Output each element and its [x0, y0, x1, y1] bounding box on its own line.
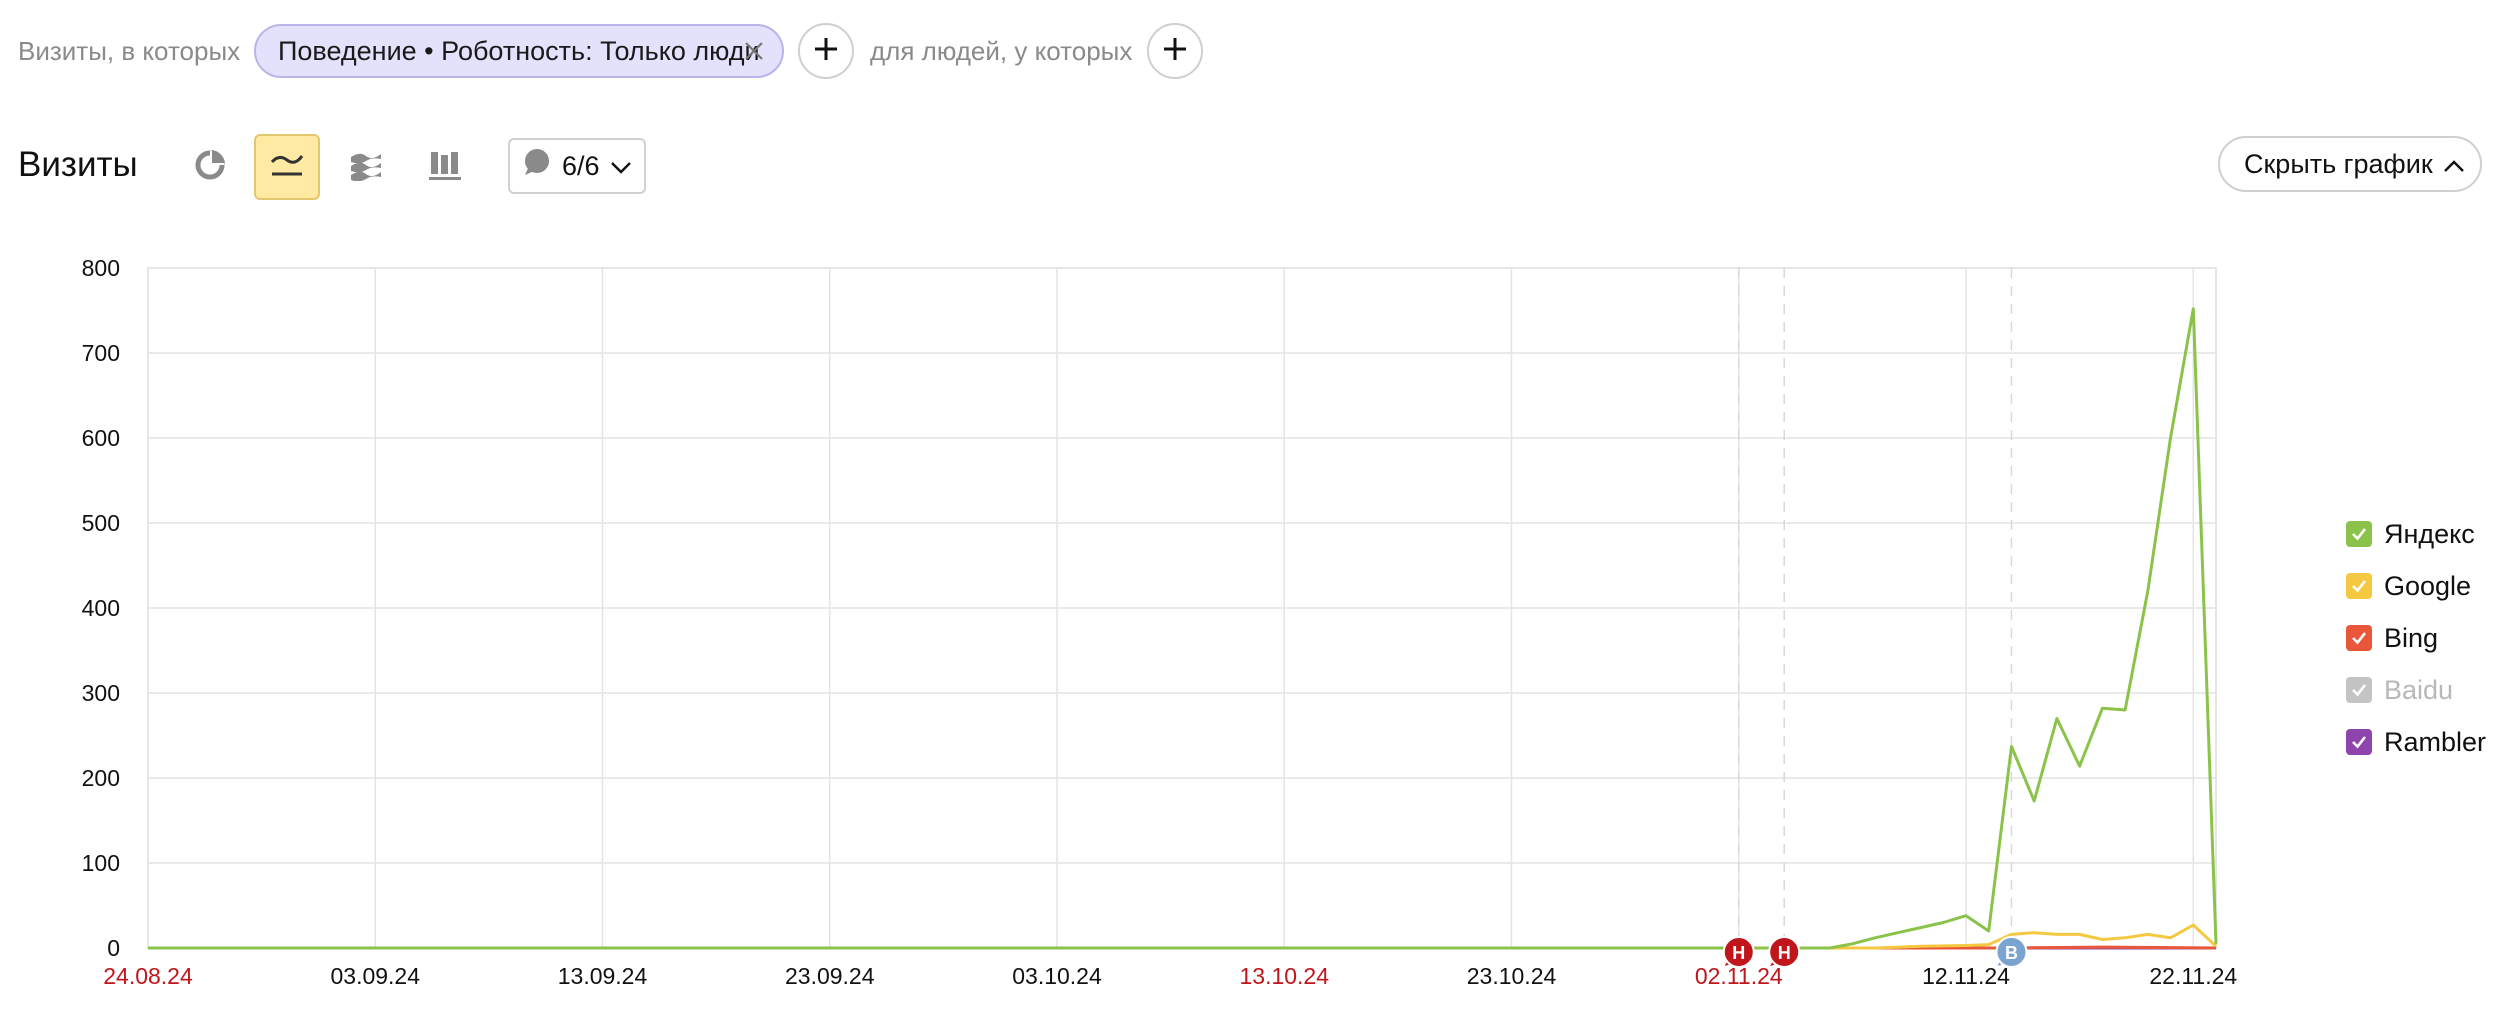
- stacked-bar-icon: [428, 149, 462, 186]
- checkbox-icon[interactable]: [2346, 677, 2372, 703]
- checkbox-icon[interactable]: [2346, 521, 2372, 547]
- legend-item-Baidu[interactable]: Baidu: [2346, 664, 2486, 716]
- checkbox-icon[interactable]: [2346, 573, 2372, 599]
- y-tick-label: 800: [82, 255, 120, 281]
- legend-item-Яндекс[interactable]: Яндекс: [2346, 508, 2486, 560]
- people-filter-label: для людей, у которых: [870, 36, 1133, 66]
- stacked-bar-mode-button[interactable]: [412, 134, 478, 200]
- x-tick-label: 13.10.24: [1239, 963, 1329, 989]
- checkbox-icon[interactable]: [2346, 625, 2372, 651]
- x-tick-label: 23.09.24: [785, 963, 875, 989]
- x-tick-label: 13.09.24: [558, 963, 648, 989]
- legend-item-Bing[interactable]: Bing: [2346, 612, 2486, 664]
- plus-icon: [1162, 36, 1188, 67]
- chevron-down-icon: [610, 151, 632, 182]
- y-tick-label: 0: [107, 935, 120, 961]
- y-tick-label: 500: [82, 510, 120, 536]
- line-chart-mode-button[interactable]: [254, 134, 320, 200]
- legend-item-Google[interactable]: Google: [2346, 560, 2486, 612]
- annotation-marker-letter: Н: [1732, 943, 1745, 963]
- visits-line-chart: 0 100 200 300 400 500 600 700 800 24.08.24 03.09.2…: [82, 255, 2238, 989]
- x-tick-label: 03.09.24: [330, 963, 420, 989]
- annotation-marker-letter: Н: [1778, 943, 1791, 963]
- chart-legend: Яндекс Google Bing Baidu Rambler: [2346, 508, 2486, 768]
- filter-chip-label: Поведение • Роботность: Только люди: [278, 35, 760, 66]
- y-tick-label: 400: [82, 595, 120, 621]
- annotations-count: 6/6: [562, 150, 600, 181]
- close-icon[interactable]: [742, 39, 766, 63]
- chevron-up-icon: [2443, 149, 2465, 180]
- y-tick-label: 200: [82, 765, 120, 791]
- x-tick-label: 23.10.24: [1467, 963, 1557, 989]
- legend-label: Google: [2384, 570, 2472, 601]
- x-tick-label: 24.08.24: [103, 963, 193, 989]
- stacked-area-mode-button[interactable]: [333, 134, 399, 200]
- x-tick-label: 22.11.24: [2149, 963, 2237, 989]
- y-tick-label: 600: [82, 425, 120, 451]
- add-people-condition-button[interactable]: [1147, 23, 1203, 79]
- y-tick-label: 100: [82, 850, 120, 876]
- x-tick-label: 03.10.24: [1012, 963, 1102, 989]
- annotation-marker-letter: В: [2005, 943, 2018, 963]
- hide-chart-label: Скрыть график: [2244, 148, 2433, 179]
- legend-label: Rambler: [2384, 726, 2487, 757]
- filter-chip-robotness[interactable]: Поведение • Роботность: Только люди: [254, 24, 784, 78]
- pie-chart-mode-button[interactable]: [177, 134, 243, 200]
- legend-label: Bing: [2384, 622, 2439, 653]
- legend-label: Baidu: [2384, 674, 2454, 705]
- pie-chart-icon: [193, 148, 227, 187]
- visits-filter-label: Визиты, в которых: [18, 36, 241, 66]
- segment-filter-bar: Визиты, в которых Поведение • Роботность…: [0, 0, 2496, 110]
- y-tick-label: 700: [82, 340, 120, 366]
- hide-chart-button[interactable]: Скрыть график: [2218, 136, 2482, 192]
- chart-title: Визиты: [18, 145, 138, 184]
- annotations-dropdown[interactable]: 6/6: [508, 138, 646, 194]
- y-tick-label: 300: [82, 680, 120, 706]
- checkbox-icon[interactable]: [2346, 729, 2372, 755]
- x-tick-label: 12.11.24: [1922, 963, 2010, 989]
- plus-icon: [813, 36, 839, 67]
- legend-label: Яндекс: [2384, 518, 2475, 549]
- legend-item-Rambler[interactable]: Rambler: [2346, 716, 2486, 768]
- stacked-area-icon: [348, 149, 384, 186]
- comment-icon: [520, 147, 552, 186]
- line-chart-icon: [269, 150, 305, 185]
- add-visit-condition-button[interactable]: [798, 23, 854, 79]
